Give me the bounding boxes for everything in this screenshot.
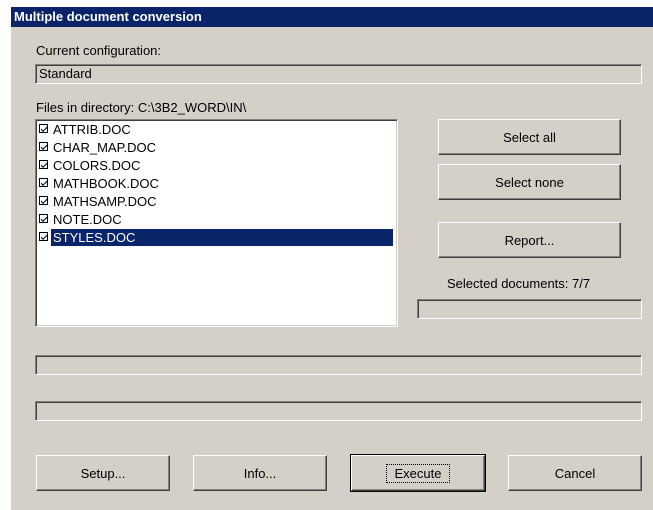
file-list-item[interactable]: ATTRIB.DOC [38,121,393,138]
file-name: ATTRIB.DOC [53,122,131,137]
file-checkbox[interactable] [39,196,48,205]
execute-button-label: Execute [385,463,451,483]
file-name: STYLES.DOC [51,229,393,246]
file-checkbox[interactable] [39,178,48,187]
file-checkbox[interactable] [39,124,48,133]
file-name: CHAR_MAP.DOC [53,140,157,155]
overall-progress-bar [35,401,642,421]
file-list-item[interactable]: MATHBOOK.DOC [38,175,393,192]
file-listbox[interactable]: ATTRIB.DOC CHAR_MAP.DOC COLORS.DOC MATHBOOK… [35,119,398,327]
file-list-item[interactable]: STYLES.DOC [38,229,393,246]
file-list-item[interactable]: COLORS.DOC [38,157,393,174]
cancel-button[interactable]: Cancel [508,455,642,491]
report-button[interactable]: Report... [438,222,621,258]
file-checkbox[interactable] [39,232,48,241]
config-field: Standard [35,64,642,84]
file-list-item[interactable]: CHAR_MAP.DOC [38,139,393,156]
config-value: Standard [39,66,92,81]
files-directory-label: Files in directory: C:\3B2_WORD\IN\ [36,100,247,115]
file-list-item[interactable]: NOTE.DOC [38,211,393,228]
file-checkbox[interactable] [39,142,48,151]
file-name: MATHSAMP.DOC [53,194,157,209]
selection-status-field [417,299,642,319]
setup-button[interactable]: Setup... [36,455,170,491]
config-label: Current configuration: [36,43,162,58]
file-list-item[interactable]: MATHSAMP.DOC [38,193,393,210]
file-name: MATHBOOK.DOC [53,176,159,191]
file-name: NOTE.DOC [53,212,122,227]
conversion-progress-bar [35,355,642,375]
execute-button[interactable]: Execute [350,454,486,492]
file-checkbox[interactable] [39,160,48,169]
select-none-button[interactable]: Select none [438,164,621,200]
conversion-dialog: Multiple document conversion Current con… [10,6,653,510]
selected-documents-count: Selected documents: 7/7 [447,276,591,291]
info-button[interactable]: Info... [193,455,327,491]
window-title[interactable]: Multiple document conversion [11,7,653,27]
select-all-button[interactable]: Select all [438,119,621,155]
file-name: COLORS.DOC [53,158,141,173]
file-checkbox[interactable] [39,214,48,223]
